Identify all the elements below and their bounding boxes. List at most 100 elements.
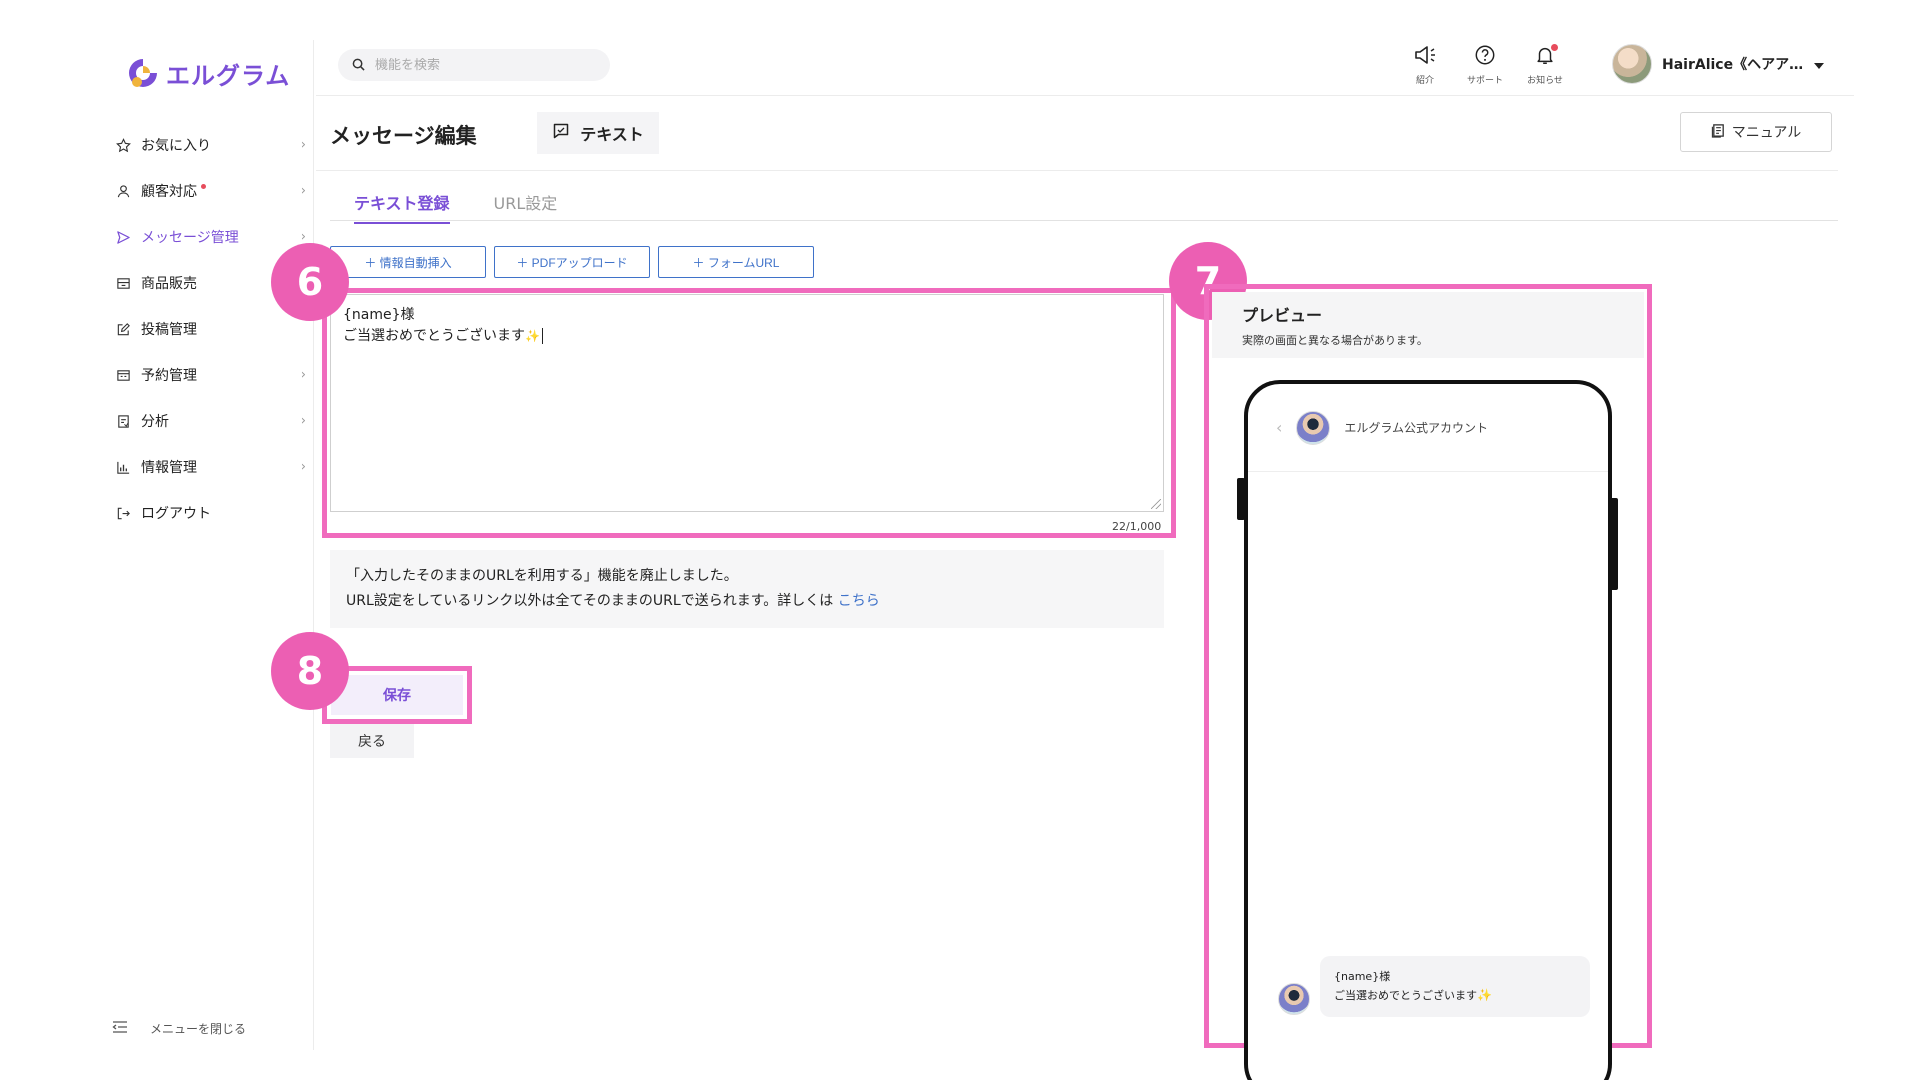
- resize-handle[interactable]: [1151, 499, 1161, 509]
- avatar: [1612, 44, 1652, 84]
- pdf-upload-button[interactable]: ＋ PDFアップロード: [494, 246, 650, 278]
- account-name: エルグラム公式アカウント: [1344, 421, 1489, 435]
- sidebar-item-posts[interactable]: 投稿管理: [92, 306, 314, 352]
- tab-text-register[interactable]: テキスト登録: [354, 190, 450, 224]
- preview-note: 実際の画面と異なる場合があります。: [1242, 334, 1428, 347]
- notice-box: 「入力したそのままのURLを利用する」機能を廃止しました。 URL設定をしている…: [330, 550, 1164, 628]
- logo[interactable]: エルグラム: [126, 48, 290, 98]
- notifications-label: お知らせ: [1527, 76, 1563, 86]
- sidebar-item-label: 顧客対応: [141, 184, 197, 200]
- step-marker-6: 6: [271, 243, 349, 321]
- search-box[interactable]: [338, 49, 610, 81]
- edit-icon: [114, 320, 132, 338]
- form-url-button[interactable]: ＋ フォームURL: [658, 246, 814, 278]
- sidebar-item-label: 投稿管理: [141, 322, 197, 338]
- sidebar-item-customer[interactable]: 顧客対応 ›: [92, 168, 314, 214]
- back-button[interactable]: 戻る: [330, 724, 414, 758]
- sidebar-item-label: 予約管理: [141, 368, 197, 384]
- chevron-left-icon: ‹: [1276, 418, 1283, 437]
- account-avatar: [1278, 983, 1310, 1015]
- store-icon: [114, 274, 132, 292]
- notification-dot: [201, 183, 206, 189]
- auto-insert-button[interactable]: ＋ 情報自動挿入: [330, 246, 486, 278]
- details-link[interactable]: こちら: [838, 593, 880, 609]
- editor-line: {name}様: [343, 307, 415, 323]
- manual-label: マニュアル: [1731, 125, 1802, 141]
- text-cursor: [541, 328, 543, 344]
- sidebar-item-analytics[interactable]: 分析 ›: [92, 398, 314, 444]
- user-name: HairAlice《ヘアア…: [1662, 57, 1804, 73]
- sidebar-item-label: 情報管理: [141, 460, 197, 476]
- chevron-right-icon: ›: [300, 183, 306, 199]
- chat-message: {name}様 ご当選おめでとうございます✨: [1278, 956, 1590, 1017]
- manual-button[interactable]: マニュアル: [1680, 112, 1832, 152]
- bubble-line-text: ご当選おめでとうございます: [1334, 989, 1477, 1002]
- chart-icon: [114, 458, 132, 476]
- character-count: 22/1,000: [1112, 520, 1162, 533]
- help-icon: [1473, 44, 1497, 70]
- sidebar-item-reservations[interactable]: 予約管理 ›: [92, 352, 314, 398]
- editor-line: ご当選おめでとうございます✨: [343, 326, 1151, 347]
- sidebar-item-logout[interactable]: ログアウト: [92, 490, 314, 536]
- phone-preview: ‹ エルグラム公式アカウント {name}様 ご当選おめでとうございます✨: [1244, 380, 1612, 1080]
- close-menu-button[interactable]: メニューを閉じる: [112, 1020, 246, 1037]
- sidebar-item-label: 分析: [141, 414, 169, 430]
- close-menu-label: メニューを閉じる: [150, 1022, 247, 1036]
- search-input[interactable]: [375, 57, 575, 73]
- calendar-icon: [114, 366, 132, 384]
- sidebar-item-label: メッセージ管理: [141, 230, 239, 246]
- report-icon: [114, 412, 132, 430]
- sparkle-emoji: ✨: [1477, 988, 1492, 1002]
- preview-title: プレビュー: [1242, 306, 1323, 325]
- tab-divider: [330, 220, 1838, 221]
- save-button[interactable]: 保存: [331, 675, 463, 715]
- search-icon: [352, 56, 365, 75]
- chevron-right-icon: ›: [300, 367, 306, 383]
- top-bar: 紹介 サポート お知らせ HairAlice《ヘアア…: [316, 40, 1854, 96]
- text-message-icon: [552, 122, 570, 144]
- user-icon: [114, 182, 132, 200]
- sidebar-item-label: 商品販売: [141, 276, 197, 292]
- preview-header: プレビュー 実際の画面と異なる場合があります。: [1212, 292, 1644, 358]
- chevron-right-icon: ›: [300, 459, 306, 475]
- chat-header: ‹ エルグラム公式アカウント: [1248, 384, 1608, 472]
- top-icon-group: 紹介 サポート お知らせ: [1406, 44, 1564, 86]
- notice-line: URL設定をしているリンク以外は全てそのままのURLで送られます。詳しくは こち…: [346, 589, 1148, 614]
- bubble-line: {name}様: [1334, 970, 1391, 983]
- message-textarea[interactable]: {name}様 ご当選おめでとうございます✨: [330, 294, 1164, 512]
- account-avatar: [1296, 410, 1331, 445]
- star-icon: [114, 136, 132, 154]
- sidebar-item-info[interactable]: 情報管理 ›: [92, 444, 314, 490]
- sidebar-item-label: ログアウト: [141, 506, 211, 522]
- tab-url-settings[interactable]: URL設定: [494, 190, 558, 224]
- editor-line-text: ご当選おめでとうございます: [343, 328, 525, 344]
- megaphone-icon: [1413, 44, 1437, 70]
- intro-label: 紹介: [1415, 76, 1434, 86]
- message-bubble: {name}様 ご当選おめでとうございます✨: [1320, 956, 1590, 1017]
- notification-dot: [1551, 44, 1558, 51]
- support-button[interactable]: サポート: [1466, 44, 1504, 86]
- sidebar-nav: お気に入り › 顧客対応 › メッセージ管理 › 商品販売 投稿管理 予約管理 …: [92, 122, 314, 536]
- caret-down-icon: [1813, 55, 1825, 74]
- step-marker-8: 8: [271, 632, 349, 710]
- message-type-badge: テキスト: [537, 112, 659, 154]
- bubble-line: ご当選おめでとうございます✨: [1334, 986, 1576, 1005]
- sidebar-item-message[interactable]: メッセージ管理 ›: [92, 214, 314, 260]
- sparkle-emoji: ✨: [525, 329, 540, 343]
- intro-button[interactable]: 紹介: [1406, 44, 1444, 86]
- chevron-right-icon: ›: [300, 137, 306, 153]
- logo-icon: [129, 59, 157, 87]
- book-icon: [1711, 123, 1726, 142]
- notifications-button[interactable]: お知らせ: [1526, 44, 1564, 86]
- support-label: サポート: [1466, 76, 1503, 86]
- insert-toolbar: ＋ 情報自動挿入 ＋ PDFアップロード ＋ フォームURL: [330, 246, 814, 278]
- page-title: メッセージ編集: [330, 124, 477, 148]
- notice-line: 「入力したそのままのURLを利用する」機能を廃止しました。: [346, 568, 738, 584]
- logo-text: エルグラム: [166, 61, 291, 90]
- sidebar-item-label: お気に入り: [141, 138, 211, 154]
- sidebar: エルグラム お気に入り › 顧客対応 › メッセージ管理 › 商品販売 投稿管理…: [92, 40, 314, 1050]
- menu-collapse-icon: [112, 1020, 128, 1037]
- tab-bar: テキスト登録 URL設定: [354, 190, 557, 224]
- sidebar-item-favorites[interactable]: お気に入り ›: [92, 122, 314, 168]
- user-menu[interactable]: HairAlice《ヘアア…: [1612, 44, 1825, 84]
